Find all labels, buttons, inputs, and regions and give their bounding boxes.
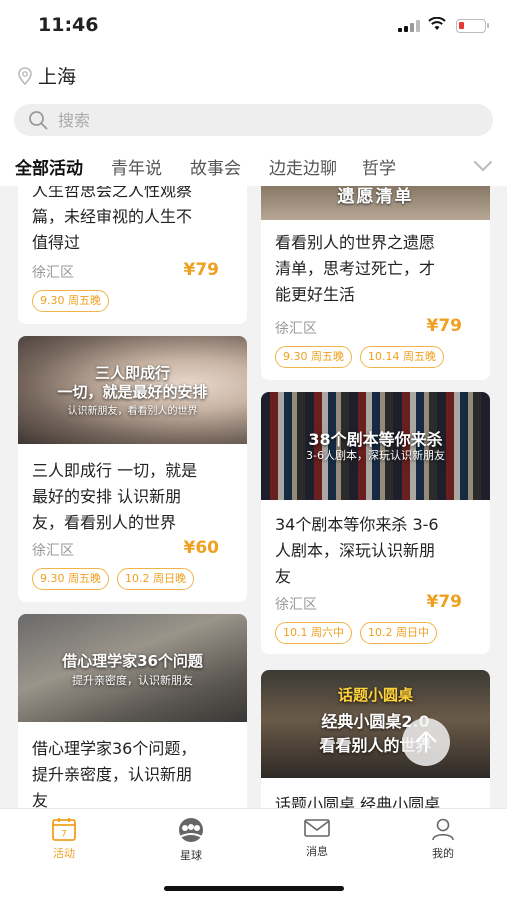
card-title-line: 值得过 bbox=[32, 233, 81, 252]
search-icon bbox=[29, 111, 48, 130]
card-image-caption: 遗愿清单 bbox=[337, 187, 414, 207]
tab-story-club[interactable]: 故事会 bbox=[190, 154, 241, 179]
card-image-caption: 三人即成行 bbox=[94, 364, 170, 382]
activity-card[interactable]: 38个剧本等你来杀 3-6人剧本，深玩认识新朋友 34个剧本等你来杀 3-6 人… bbox=[261, 392, 490, 654]
nav-activities-label: 活动 bbox=[53, 847, 75, 860]
card-district: 徐汇区 bbox=[275, 597, 317, 613]
chevron-down-icon bbox=[474, 161, 492, 172]
svg-text:7: 7 bbox=[61, 830, 67, 840]
card-title-line: 人剧本，深玩认识新朋 bbox=[275, 541, 436, 560]
card-title-line: 能更好生活 bbox=[275, 285, 356, 304]
nav-planet-label: 星球 bbox=[180, 849, 202, 862]
card-image-caption: 认识新朋友，看看别人的世界 bbox=[67, 406, 198, 417]
card-image: 38个剧本等你来杀 3-6人剧本，深玩认识新朋友 bbox=[261, 392, 490, 500]
search-bar[interactable] bbox=[14, 104, 493, 136]
card-title-line: 清单，思考过死亡，才 bbox=[275, 259, 436, 278]
card-title-line: 友 bbox=[32, 791, 49, 808]
location-selector[interactable]: 上海 bbox=[18, 62, 76, 89]
status-bar: 11:46 bbox=[0, 0, 507, 52]
nav-profile[interactable]: 我的 bbox=[413, 817, 473, 861]
card-title-line: 三人即成行 一切，就是 bbox=[32, 461, 198, 480]
card-district: 徐汇区 bbox=[32, 543, 74, 559]
cellular-signal-icon bbox=[398, 20, 420, 32]
category-tabs: 全部活动 青年说 故事会 边走边聊 哲学 bbox=[0, 148, 507, 184]
card-title-line: 友 bbox=[275, 567, 292, 586]
date-tag: 10.2 周日中 bbox=[360, 622, 437, 644]
date-tag: 9.30 周五晚 bbox=[32, 568, 109, 590]
mail-icon bbox=[304, 819, 330, 837]
card-title-line: 人生哲思会之人性观察 bbox=[32, 186, 193, 200]
card-title-line: 看看别人的世界之遗愿 bbox=[275, 233, 436, 252]
tab-walk-and-talk[interactable]: 边走边聊 bbox=[269, 154, 337, 179]
tab-philosophy[interactable]: 哲学 bbox=[362, 154, 396, 179]
card-image: 三人即成行 一切，就是最好的安排 认识新朋友，看看别人的世界 bbox=[18, 336, 247, 444]
date-tag: 10.2 周日晚 bbox=[117, 568, 194, 590]
card-image: 遗愿清单 bbox=[261, 186, 490, 220]
card-title-line: 话题小圆桌 经典小圆桌 bbox=[275, 795, 441, 808]
nav-messages[interactable]: 消息 bbox=[287, 817, 347, 859]
nav-profile-label: 我的 bbox=[432, 847, 454, 860]
search-input[interactable] bbox=[58, 110, 458, 130]
card-price: ¥79 bbox=[183, 260, 220, 280]
card-image: 话题小圆桌 经典小圆桌2.0 看看别人的世界 bbox=[261, 670, 490, 778]
arrow-up-icon bbox=[415, 731, 437, 752]
card-price: ¥79 bbox=[426, 316, 463, 336]
card-title-line: 最好的安排 认识新朋 bbox=[32, 487, 182, 506]
person-icon bbox=[432, 818, 454, 841]
status-time: 11:46 bbox=[38, 14, 99, 36]
activity-card[interactable]: 话题小圆桌 经典小圆桌2.0 看看别人的世界 话题小圆桌 经典小圆桌 bbox=[261, 670, 490, 808]
nav-messages-label: 消息 bbox=[306, 845, 328, 858]
tabs-expand-button[interactable] bbox=[447, 148, 507, 184]
card-title-line: 篇，未经审视的人生不 bbox=[32, 207, 193, 226]
activity-card[interactable]: 借心理学家36个问题 提升亲密度，认识新朋友 借心理学家36个问题， 提升亲密度… bbox=[18, 614, 247, 808]
card-price: ¥79 bbox=[426, 592, 463, 612]
card-title-line: 借心理学家36个问题， bbox=[32, 739, 197, 758]
home-indicator[interactable] bbox=[164, 886, 344, 891]
wifi-icon bbox=[428, 17, 446, 30]
battery-icon bbox=[456, 19, 489, 33]
card-price: ¥60 bbox=[183, 538, 220, 558]
planet-icon bbox=[179, 818, 203, 842]
activity-feed[interactable]: 人生哲思会之人性观察 篇，未经审视的人生不 值得过 徐汇区 ¥79 9.30 周… bbox=[0, 186, 507, 808]
card-image-caption: 经典小圆桌2.0 bbox=[321, 712, 430, 731]
date-tag: 10.14 周五晚 bbox=[360, 346, 444, 368]
card-title-line: 友，看看别人的世界 bbox=[32, 513, 177, 532]
card-image-caption: 一切，就是最好的安排 bbox=[57, 383, 208, 401]
location-pin-icon bbox=[18, 66, 32, 85]
card-image: 借心理学家36个问题 提升亲密度，认识新朋友 bbox=[18, 614, 247, 722]
date-tag: 9.30 周五晚 bbox=[275, 346, 352, 368]
activity-card[interactable]: 三人即成行 一切，就是最好的安排 认识新朋友，看看别人的世界 三人即成行 一切，… bbox=[18, 336, 247, 602]
card-image-caption: 提升亲密度，认识新朋友 bbox=[72, 674, 193, 687]
card-image-caption: 看看别人的世界 bbox=[319, 736, 432, 755]
calendar-icon: 7 bbox=[52, 818, 76, 841]
nav-planet[interactable]: 星球 bbox=[161, 817, 221, 863]
location-city: 上海 bbox=[38, 66, 77, 88]
card-title-line: 34个剧本等你来杀 3-6 bbox=[275, 515, 439, 534]
date-tag: 10.1 周六中 bbox=[275, 622, 352, 644]
card-title-line: 提升亲密度，认识新朋 bbox=[32, 765, 193, 784]
card-image-caption: 3-6人剧本，深玩认识新朋友 bbox=[306, 449, 445, 462]
date-tag: 9.30 周五晚 bbox=[32, 290, 109, 312]
nav-activities[interactable]: 7 活动 bbox=[34, 817, 94, 861]
tab-youth-talk[interactable]: 青年说 bbox=[111, 154, 162, 179]
activity-card[interactable]: 遗愿清单 看看别人的世界之遗愿 清单，思考过死亡，才 能更好生活 徐汇区 ¥79… bbox=[261, 186, 490, 380]
tab-all-activities[interactable]: 全部活动 bbox=[15, 154, 83, 179]
card-image-caption: 话题小圆桌 bbox=[337, 686, 413, 704]
header: 上海 全部活动 青年说 故事会 边走边聊 哲学 bbox=[0, 52, 507, 186]
card-district: 徐汇区 bbox=[275, 321, 317, 337]
activity-card[interactable]: 人生哲思会之人性观察 篇，未经审视的人生不 值得过 徐汇区 ¥79 9.30 周… bbox=[18, 186, 247, 324]
card-district: 徐汇区 bbox=[32, 265, 74, 281]
card-image-caption: 借心理学家36个问题 bbox=[62, 652, 203, 670]
back-to-top-button[interactable] bbox=[402, 718, 450, 766]
